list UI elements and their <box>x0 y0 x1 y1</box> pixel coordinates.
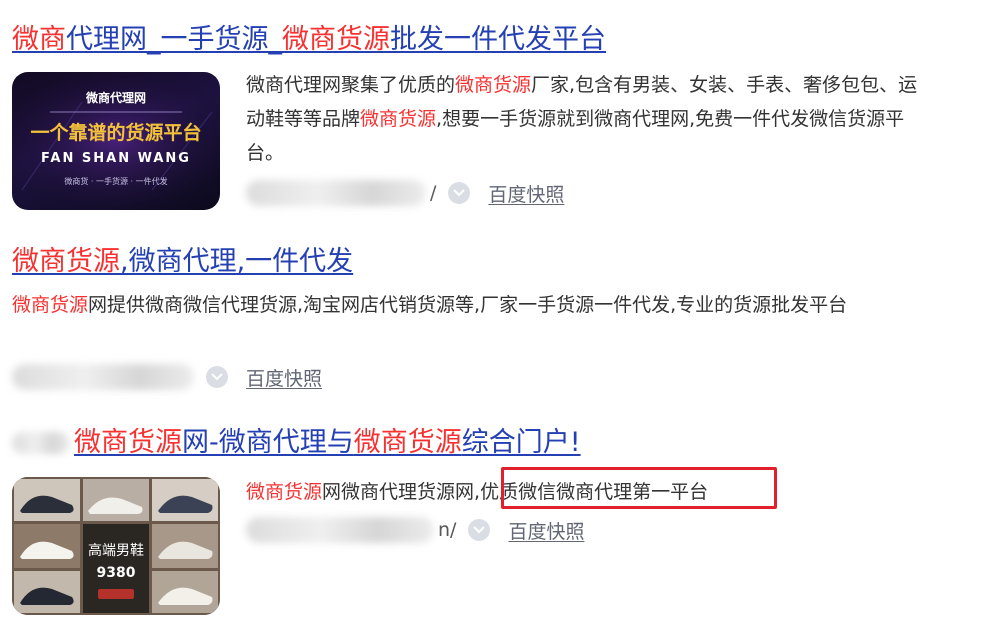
chevron-down-icon[interactable] <box>448 182 471 204</box>
highlight-box <box>501 467 777 509</box>
result-thumbnail[interactable]: 高端男鞋 9380 <box>12 477 220 615</box>
result-title[interactable]: 微商代理网_一手货源_微商货源批发一件代发平台 <box>12 22 972 58</box>
title-highlight: 微商货源 <box>282 24 390 55</box>
result-title[interactable]: 微商货源网-微商代理与微商货源综合门户! <box>12 425 972 461</box>
title-highlight: 微商货源 <box>74 427 182 458</box>
result-description: 微商货源网提供微商微信代理货源,淘宝网店代销货源等,厂家一手货源一件代发,专业的… <box>12 294 848 316</box>
title-text: 网-微商代理与 <box>182 427 354 458</box>
thumb-brand: 微商代理网 <box>85 90 146 105</box>
url-blurred[interactable] <box>12 364 194 390</box>
result-title-link[interactable]: 微商代理网_一手货源_微商货源批发一件代发平台 <box>12 24 606 55</box>
title-highlight: 微商货源 <box>12 246 120 277</box>
thumb-price: 9380 <box>97 565 136 581</box>
title-text: 批发一件代发平台 <box>390 24 606 55</box>
search-result-2: 微商货源,微商代理,一件代发 微商货源网提供微商微信代理货源,淘宝网店代销货源等… <box>12 244 972 394</box>
thumb-tagline: 一个靠谱的货源平台 <box>30 121 201 144</box>
cache-link[interactable]: 百度快照 <box>508 517 584 544</box>
search-result-1: 微商代理网_一手货源_微商货源批发一件代发平台 微商代理网 一个靠谱的货源平台 … <box>12 22 972 212</box>
title-text: 代理网_一手货源_ <box>66 24 282 55</box>
result-title-link[interactable]: 微商货源,微商代理,一件代发 <box>12 246 353 277</box>
chevron-down-icon[interactable] <box>468 519 491 541</box>
cache-link[interactable]: 百度快照 <box>488 180 564 207</box>
site-name-blurred <box>12 432 70 454</box>
url-suffix: n/ <box>438 519 457 541</box>
result-title-link[interactable]: 微商货源网-微商代理与微商货源综合门户! <box>74 425 581 461</box>
title-highlight: 微商货源 <box>353 427 462 458</box>
result-title[interactable]: 微商货源,微商代理,一件代发 <box>12 244 972 280</box>
title-highlight: 微商 <box>12 24 66 55</box>
cache-link[interactable]: 百度快照 <box>246 364 322 391</box>
title-text: 综合门户! <box>461 427 581 458</box>
search-result-3: 微商货源网-微商代理与微商货源综合门户! 高端男鞋 9380 微商货源网微商代理… <box>12 425 972 625</box>
url-suffix: / <box>430 182 437 204</box>
result-description: 微商代理网聚集了优质的微商货源厂家,包含有男装、女装、手表、奢侈包包、运动鞋等等… <box>246 74 918 164</box>
result-meta: 百度快照 <box>12 363 322 391</box>
url-blurred[interactable] <box>246 180 426 206</box>
thumb-label: 高端男鞋 <box>88 542 144 559</box>
thumb-english: FAN SHAN WANG <box>41 151 191 166</box>
result-thumbnail[interactable]: 微商代理网 一个靠谱的货源平台 FAN SHAN WANG 微商货 · 一手货源… <box>12 72 220 210</box>
result-meta: n/ 百度快照 <box>246 516 584 544</box>
url-blurred[interactable] <box>246 517 434 543</box>
result-meta: / 百度快照 <box>246 179 564 207</box>
chevron-down-icon[interactable] <box>206 366 228 388</box>
thumbnail-image: 高端男鞋 9380 <box>12 477 220 615</box>
title-text: ,微商代理,一件代发 <box>120 246 354 277</box>
thumb-footer: 微商货 · 一手货源 · 一件代发 <box>64 176 167 186</box>
thumbnail-image: 微商代理网 一个靠谱的货源平台 FAN SHAN WANG 微商货 · 一手货源… <box>12 72 220 210</box>
